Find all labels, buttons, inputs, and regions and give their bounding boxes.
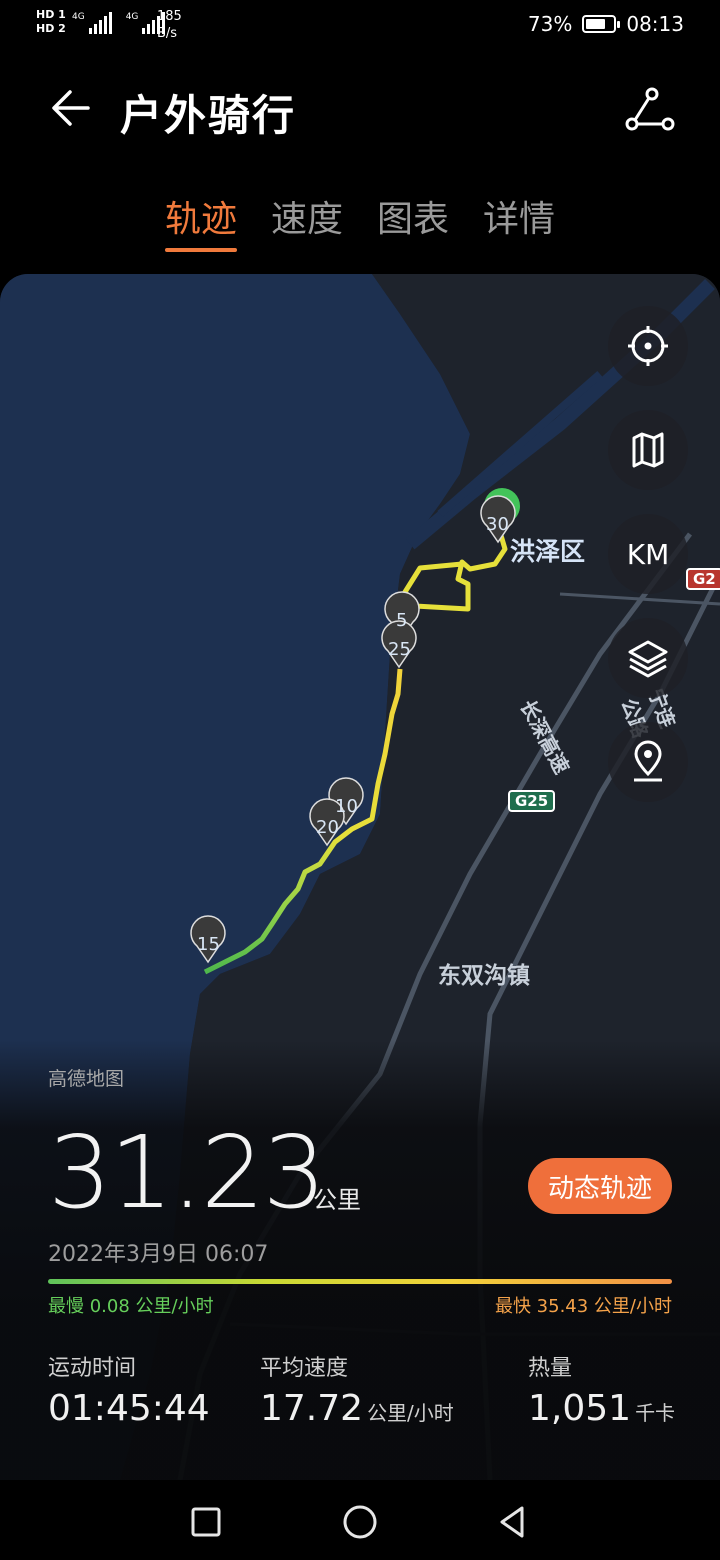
km-marker-5-label: 5 [396,610,408,631]
signal-icons: 4G 4G [72,12,166,34]
tab-chart[interactable]: 图表 [377,190,449,252]
crosshair-icon [628,326,668,366]
duration-value: 01:45:44 [48,1388,210,1429]
map-provider-label: 高德地图 [48,1068,125,1090]
sim2-label: HD 2 [36,22,66,35]
circle-icon[interactable] [340,1502,380,1542]
sim1-label: HD 1 [36,8,66,21]
calories-unit: 千卡 [635,1401,676,1425]
km-marker-20-label: 20 [316,817,339,838]
status-bar: HD 1 HD 2 4G 4G 185 B/s 73% 08:13 [0,0,720,56]
avg-speed-unit: 公里/小时 [367,1401,454,1425]
distance-value: 31.23 [48,1114,326,1231]
location-pin-button[interactable] [608,722,688,802]
arrow-left-icon[interactable] [48,84,96,132]
km-marker-25-label: 25 [388,639,411,660]
network-type-2: 4G [125,12,139,22]
header: 户外骑行 [0,70,720,150]
map-icon [632,432,664,468]
tab-bar: 轨迹 速度 图表 详情 [0,190,720,260]
slowest-speed: 最慢 0.08 公里/小时 [48,1296,214,1317]
square-icon[interactable] [186,1502,226,1542]
status-right: 73% 08:13 [528,12,684,36]
calories-number: 1,051 [528,1388,632,1429]
battery-percent: 73% [527,12,573,36]
avg-speed-value: 17.72 公里/小时 [260,1388,454,1429]
town-label: 东双沟镇 [438,963,530,989]
tab-track[interactable]: 轨迹 [164,190,237,252]
map-type-button[interactable] [608,410,688,490]
avg-speed-number: 17.72 [260,1388,364,1429]
fastest-speed: 最快 35.43 公里/小时 [494,1296,672,1317]
battery-icon [582,15,621,33]
tab-speed[interactable]: 速度 [271,190,343,252]
clock: 08:13 [626,12,684,36]
net-speed-unit: B/s [157,26,178,41]
duration-label: 运动时间 [48,1356,137,1381]
tab-details[interactable]: 详情 [483,190,555,252]
calories-value: 1,051 千卡 [528,1388,675,1429]
avg-speed-label: 平均速度 [260,1356,349,1381]
calories-label: 热量 [528,1356,573,1381]
g25-shield: G25 [508,790,556,812]
page-title: 户外骑行 [120,91,297,140]
km-marker-15-label: 15 [197,934,220,955]
dynamic-track-button[interactable]: 动态轨迹 [528,1158,672,1214]
net-speed: 185 B/s [157,8,182,42]
locate-button[interactable] [608,306,688,386]
signal-icon: 4G [72,12,112,34]
activity-datetime: 2022年3月9日 06:07 [48,1242,269,1267]
km-button[interactable]: KM [608,514,688,594]
system-nav-bar [0,1480,720,1560]
network-type-1: 4G [72,12,85,22]
route-share-icon[interactable] [624,84,676,136]
g2-shield: G2 [686,568,720,590]
speed-gradient-bar [48,1279,672,1284]
location-pin-icon [634,740,662,782]
distance-unit: 公里 [313,1186,361,1214]
km-marker-30-label: 30 [486,514,509,535]
km-marker-10-label: 10 [335,796,358,817]
layers-button[interactable] [608,618,688,698]
sim-labels: HD 1 HD 2 [36,8,66,36]
net-speed-value: 185 [157,9,182,24]
district-label: 洪泽区 [510,537,586,566]
layers-icon [628,640,668,678]
duration-number: 01:45:44 [48,1388,210,1429]
triangle-back-icon[interactable] [492,1502,532,1542]
